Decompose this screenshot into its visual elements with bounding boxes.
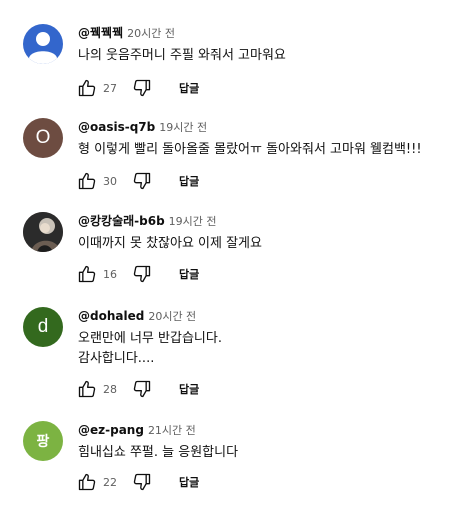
comment-time[interactable]: 20시간 전 [127, 27, 175, 40]
comment-actions: 30 답글 [74, 168, 199, 194]
avatar[interactable]: 팡 [23, 421, 63, 461]
comment-time[interactable]: 19시간 전 [159, 121, 207, 134]
reply-button[interactable]: 답글 [179, 381, 199, 397]
author-name[interactable]: @dohaled [78, 309, 144, 323]
comment-header: @oasis-q7b 19시간 전 [78, 118, 207, 134]
like-count: 27 [103, 81, 117, 95]
avatar[interactable]: O [23, 118, 63, 158]
like-count: 30 [103, 174, 117, 188]
comment-actions: 27 답글 [74, 75, 199, 101]
avatar-letter: d [37, 316, 49, 337]
thumbs-up-icon [78, 79, 96, 97]
author-name[interactable]: @캉캉술래-b6b [78, 214, 165, 228]
avatar-letter: 팡 [36, 433, 50, 449]
comment-actions: 28 답글 [74, 376, 199, 402]
dislike-button[interactable] [129, 376, 155, 402]
reply-button[interactable]: 답글 [179, 474, 199, 490]
comment-text: 이때까지 못 찼잖아요 이제 잘게요 [78, 234, 446, 254]
thumbs-up-icon [78, 380, 96, 398]
author-name[interactable]: @꿱꿱꿱 [78, 26, 123, 40]
thumbs-down-icon [133, 473, 151, 491]
comment-text: 형 이렇게 빨리 돌아올줄 몰랐어ㅠ 돌아와줘서 고마워 웰컴백!!! [78, 140, 446, 160]
comment-header: @꿱꿱꿱 20시간 전 [78, 24, 175, 40]
comment-text: 힘내십쇼 쭈펄. 늘 응원합니다 [78, 443, 446, 463]
dislike-button[interactable] [129, 469, 155, 495]
reply-button[interactable]: 답글 [179, 173, 199, 189]
like-button[interactable] [74, 469, 100, 495]
comment-header: @캉캉술래-b6b 19시간 전 [78, 212, 217, 228]
like-button[interactable] [74, 261, 100, 287]
like-count: 22 [103, 475, 117, 489]
thumbs-down-icon [133, 265, 151, 283]
reply-button[interactable]: 답글 [179, 266, 199, 282]
thumbs-up-icon [78, 473, 96, 491]
avatar[interactable]: d [23, 307, 63, 347]
like-button[interactable] [74, 376, 100, 402]
comment-actions: 22 답글 [74, 469, 199, 495]
thumbs-up-icon [78, 265, 96, 283]
comment-line: 나의 웃음주머니 주필 와줘서 고마워요 [78, 48, 286, 63]
like-count: 28 [103, 382, 117, 396]
profile-photo [23, 212, 63, 252]
comment-time[interactable]: 20시간 전 [148, 310, 196, 323]
dislike-button[interactable] [129, 75, 155, 101]
dislike-button[interactable] [129, 168, 155, 194]
comment-line: 형 이렇게 빨리 돌아올줄 몰랐어ㅠ 돌아와줘서 고마워 웰컴백!!! [78, 142, 422, 157]
comment-time[interactable]: 21시간 전 [148, 424, 196, 437]
avatar-letter: O [35, 127, 51, 148]
comment-header: @ez-pang 21시간 전 [78, 421, 196, 437]
like-button[interactable] [74, 168, 100, 194]
default-person-icon [29, 32, 57, 64]
comment-text: 오랜만에 너무 반갑습니다. 감사합니다.... [78, 329, 446, 369]
comment-header: @dohaled 20시간 전 [78, 307, 196, 323]
comment-actions: 16 답글 [74, 261, 199, 287]
thumbs-up-icon [78, 172, 96, 190]
like-count: 16 [103, 267, 117, 281]
avatar[interactable] [23, 212, 63, 252]
comment-text: 나의 웃음주머니 주필 와줘서 고마워요 [78, 46, 446, 66]
author-name[interactable]: @oasis-q7b [78, 120, 155, 134]
thumbs-down-icon [133, 172, 151, 190]
thumbs-down-icon [133, 380, 151, 398]
comment-time[interactable]: 19시간 전 [169, 215, 217, 228]
comment-line: 감사합니다.... [78, 351, 155, 366]
comment-line: 오랜만에 너무 반갑습니다. [78, 331, 222, 346]
comment-line: 이때까지 못 찼잖아요 이제 잘게요 [78, 236, 262, 251]
comment-line: 힘내십쇼 쭈펄. 늘 응원합니다 [78, 445, 239, 460]
like-button[interactable] [74, 75, 100, 101]
author-name[interactable]: @ez-pang [78, 423, 144, 437]
thumbs-down-icon [133, 79, 151, 97]
reply-button[interactable]: 답글 [179, 80, 199, 96]
avatar[interactable] [23, 24, 63, 64]
dislike-button[interactable] [129, 261, 155, 287]
